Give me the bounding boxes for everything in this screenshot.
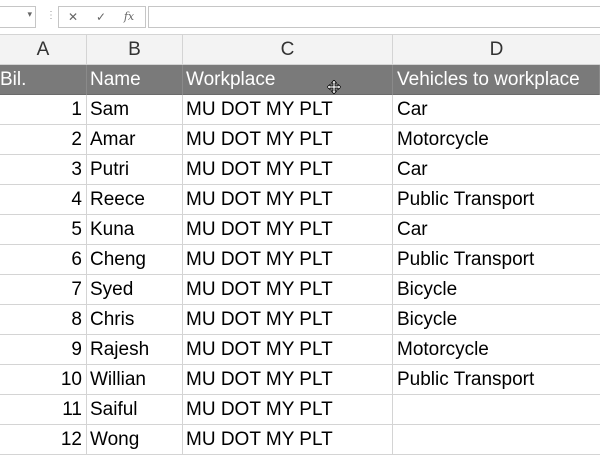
drag-handle-icon[interactable]: ⋮ [46,8,56,24]
cell-a[interactable]: 11 [0,395,87,425]
table-row: 6 Cheng MU DOT MY PLT Public Transport [0,245,600,275]
table-row: 2 Amar MU DOT MY PLT Motorcycle [0,125,600,155]
cell-d[interactable]: Motorcycle [393,335,600,365]
cell-a[interactable]: 5 [0,215,87,245]
table-row: 1 Sam MU DOT MY PLT Car [0,95,600,125]
insert-function-icon[interactable]: fx [115,7,143,27]
column-header-a[interactable]: A [0,35,87,65]
cell-c[interactable]: MU DOT MY PLT [183,125,393,155]
cell-c[interactable]: MU DOT MY PLT [183,365,393,395]
cell-c[interactable]: MU DOT MY PLT [183,95,393,125]
cell-a[interactable]: 3 [0,155,87,185]
name-box[interactable]: ▾ [0,6,36,28]
cell-b[interactable]: Chris [87,305,183,335]
cell-d[interactable]: Car [393,155,600,185]
cell-a[interactable]: 1 [0,95,87,125]
cell-b[interactable]: Willian [87,365,183,395]
cell-a[interactable]: 4 [0,185,87,215]
table-row: 3 Putri MU DOT MY PLT Car [0,155,600,185]
table-row: 10 Willian MU DOT MY PLT Public Transport [0,365,600,395]
cell-b[interactable]: Kuna [87,215,183,245]
cell-c[interactable]: MU DOT MY PLT [183,305,393,335]
cell-a[interactable]: 12 [0,425,87,455]
header-cell-name[interactable]: Name [87,65,183,95]
cell-d[interactable]: Car [393,95,600,125]
table-row: 12 Wong MU DOT MY PLT [0,425,600,455]
cell-b[interactable]: Saiful [87,395,183,425]
cell-b[interactable]: Reece [87,185,183,215]
cell-d[interactable]: Public Transport [393,185,600,215]
header-cell-workplace[interactable]: Workplace [183,65,393,95]
header-cell-vehicles[interactable]: Vehicles to workplace [393,65,600,95]
column-header-b[interactable]: B [87,35,183,65]
cell-d[interactable]: Public Transport [393,245,600,275]
enter-icon[interactable]: ✓ [87,7,115,27]
cell-c[interactable]: MU DOT MY PLT [183,335,393,365]
cell-b[interactable]: Putri [87,155,183,185]
cell-d[interactable]: Bicycle [393,305,600,335]
cell-a[interactable]: 10 [0,365,87,395]
cell-c[interactable]: MU DOT MY PLT [183,425,393,455]
formula-input[interactable] [148,6,600,28]
cancel-icon[interactable]: ✕ [59,7,87,27]
cell-b[interactable]: Amar [87,125,183,155]
column-header-d[interactable]: D [393,35,600,65]
cell-b[interactable]: Cheng [87,245,183,275]
header-cell-bil[interactable]: Bil. [0,65,87,95]
cell-c[interactable]: MU DOT MY PLT [183,155,393,185]
cell-a[interactable]: 2 [0,125,87,155]
table-row: 5 Kuna MU DOT MY PLT Car [0,215,600,245]
cell-d[interactable]: Public Transport [393,365,600,395]
cell-b[interactable]: Syed [87,275,183,305]
table-header-row: Bil. Name Workplace Vehicles to workplac… [0,65,600,95]
cell-b[interactable]: Rajesh [87,335,183,365]
move-cursor-icon [327,80,341,94]
cell-d[interactable] [393,425,600,455]
table-row: 8 Chris MU DOT MY PLT Bicycle [0,305,600,335]
table-row: 7 Syed MU DOT MY PLT Bicycle [0,275,600,305]
cell-d[interactable]: Bicycle [393,275,600,305]
table-row: 11 Saiful MU DOT MY PLT [0,395,600,425]
cell-a[interactable]: 7 [0,275,87,305]
chevron-down-icon[interactable]: ▾ [27,9,32,20]
column-header-c[interactable]: C [183,35,393,65]
cell-d[interactable]: Motorcycle [393,125,600,155]
cell-b[interactable]: Wong [87,425,183,455]
cell-b[interactable]: Sam [87,95,183,125]
cell-a[interactable]: 8 [0,305,87,335]
cell-c[interactable]: MU DOT MY PLT [183,185,393,215]
table-row: 4 Reece MU DOT MY PLT Public Transport [0,185,600,215]
cell-d[interactable] [393,395,600,425]
formula-bar: ▾ ⋮ ✕ ✓ fx [0,0,600,35]
table-row: 9 Rajesh MU DOT MY PLT Motorcycle [0,335,600,365]
cell-a[interactable]: 9 [0,335,87,365]
cell-c[interactable]: MU DOT MY PLT [183,215,393,245]
cell-c[interactable]: MU DOT MY PLT [183,245,393,275]
cell-c[interactable]: MU DOT MY PLT [183,275,393,305]
cell-d[interactable]: Car [393,215,600,245]
cell-a[interactable]: 6 [0,245,87,275]
cell-c[interactable]: MU DOT MY PLT [183,395,393,425]
formula-buttons: ✕ ✓ fx [58,6,146,28]
